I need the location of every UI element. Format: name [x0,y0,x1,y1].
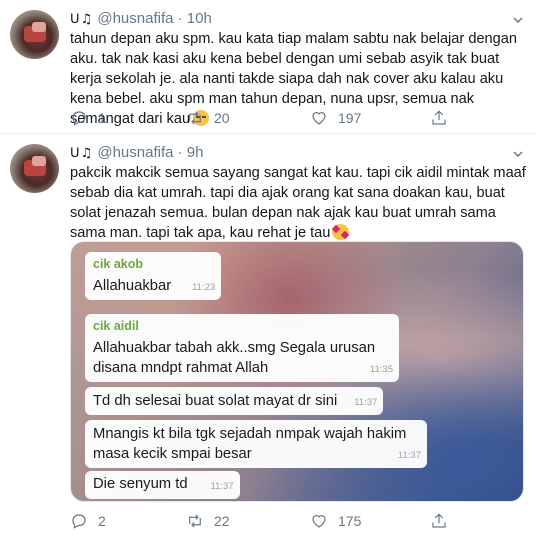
reply-icon [72,111,86,126]
share-button[interactable] [430,511,458,531]
tweet[interactable]: ᑌ♫ @husnafifa · 9h pakcik makcik semua s… [0,134,536,542]
retweet-button[interactable]: 20 [186,108,230,128]
retweet-count: 20 [214,110,230,126]
smiling-face-with-hearts-emoji [332,224,350,240]
avatar[interactable] [10,144,59,193]
tweet-age[interactable]: · 10h [178,10,212,27]
username[interactable]: @husnafifa [97,144,173,161]
share-icon [432,110,446,125]
heart-icon [312,112,326,125]
tweet-text: pakcik makcik semua sayang sangat kat ka… [70,165,526,241]
like-count: 197 [338,110,362,126]
tweet-age[interactable]: · 9h [178,144,204,161]
chat-bubble: Td dh selesai buat solat mayat dr sini 1… [85,387,384,415]
chevron-down-icon[interactable] [512,148,524,160]
chevron-down-icon[interactable] [512,14,524,26]
like-button[interactable]: 197 [310,108,361,128]
share-button[interactable] [430,108,458,128]
chat-bubble: cik aidil Allahuakbar tabah akk..smg Seg… [85,314,399,382]
reply-count: 1 [98,110,106,126]
chat-time: 11:23 [192,282,216,293]
retweet-icon [189,514,201,528]
reply-count: 2 [98,513,106,529]
chat-time: 11:37 [210,481,234,492]
retweet-button[interactable]: 22 [186,511,230,531]
retweet-count: 22 [214,513,230,529]
reply-button[interactable]: 1 [70,108,106,128]
username[interactable]: @husnafifa [97,10,173,27]
retweet-icon [189,111,201,125]
share-icon [432,513,446,528]
chat-bubble: Die senyum td 11:37 [85,471,240,499]
chat-time: 11:37 [354,397,378,408]
chat-message: Allahuakbar tabah akk..smg Segala urusan… [93,340,376,376]
chat-bubble: Mnangis kt bila tgk sejadah nmpak wajah … [85,420,427,468]
chat-time: 11:35 [369,364,393,375]
chat-message: Mnangis kt bila tgk sejadah nmpak wajah … [93,426,407,462]
heart-icon [312,515,326,528]
reply-icon [72,514,86,529]
chat-sender: cik akob [93,257,144,271]
tweet-header: ᑌ♫ @husnafifa · 9h [70,144,203,161]
chat-message: Td dh selesai buat solat mayat dr sini [93,393,338,409]
like-count: 175 [338,513,362,529]
like-button[interactable]: 175 [310,511,361,531]
tweet-actions: 1 20 197 [70,108,470,128]
chat-time: 11:37 [397,450,421,461]
chat-screenshot-image[interactable]: cik akob Allahuakbar 11:23 cik aidil All… [70,241,524,502]
reply-button[interactable]: 2 [70,511,106,531]
chat-bubble: cik akob Allahuakbar 11:23 [85,252,222,300]
avatar[interactable] [10,10,59,59]
tweet-actions: 2 22 175 [70,511,470,531]
username-icons: ᑌ♫ [70,12,94,27]
tweet-header: ᑌ♫ @husnafifa · 10h [70,10,212,27]
chat-sender: cik aidil [93,319,139,333]
username-icons: ᑌ♫ [70,146,94,161]
tweet[interactable]: ᑌ♫ @husnafifa · 10h tahun depan aku spm.… [0,0,536,134]
